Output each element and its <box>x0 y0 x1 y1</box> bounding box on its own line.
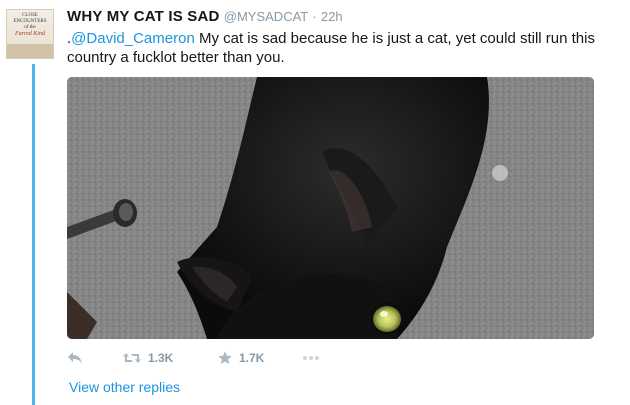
avatar-cover-band <box>7 44 53 58</box>
more-dots-icon <box>303 356 319 360</box>
avatar-book-text-4: Furred Kind <box>15 31 45 37</box>
conversation-thread-line <box>32 64 35 405</box>
cat-photo-illustration <box>67 77 594 339</box>
like-count: 1.7K <box>239 351 265 365</box>
view-other-replies-link[interactable]: View other replies <box>69 379 180 395</box>
reply-icon <box>68 352 82 364</box>
separator-dot: · <box>312 9 317 24</box>
tweet-photo[interactable] <box>67 77 594 339</box>
tweet-timestamp[interactable]: 22h <box>321 9 343 24</box>
retweet-icon <box>123 353 141 363</box>
tweet-text: .@David_Cameron My cat is sad because he… <box>67 29 607 67</box>
mention-link[interactable]: @David_Cameron <box>71 30 195 47</box>
star-icon <box>218 351 232 364</box>
tweet-actions: 1.3K 1.7K <box>67 348 332 368</box>
author-handle[interactable]: @MYSADCAT <box>224 9 308 24</box>
tweet-header: WHY MY CAT IS SAD @MYSADCAT · 22h <box>67 8 343 25</box>
more-button[interactable] <box>302 355 332 361</box>
like-button[interactable]: 1.7K <box>217 350 302 366</box>
retweet-count: 1.3K <box>148 351 174 365</box>
reply-button[interactable] <box>67 351 122 365</box>
author-display-name[interactable]: WHY MY CAT IS SAD <box>67 8 220 25</box>
retweet-button[interactable]: 1.3K <box>122 351 217 365</box>
avatar[interactable]: CLOSE ENCOUNTERS of the Furred Kind <box>6 9 54 59</box>
